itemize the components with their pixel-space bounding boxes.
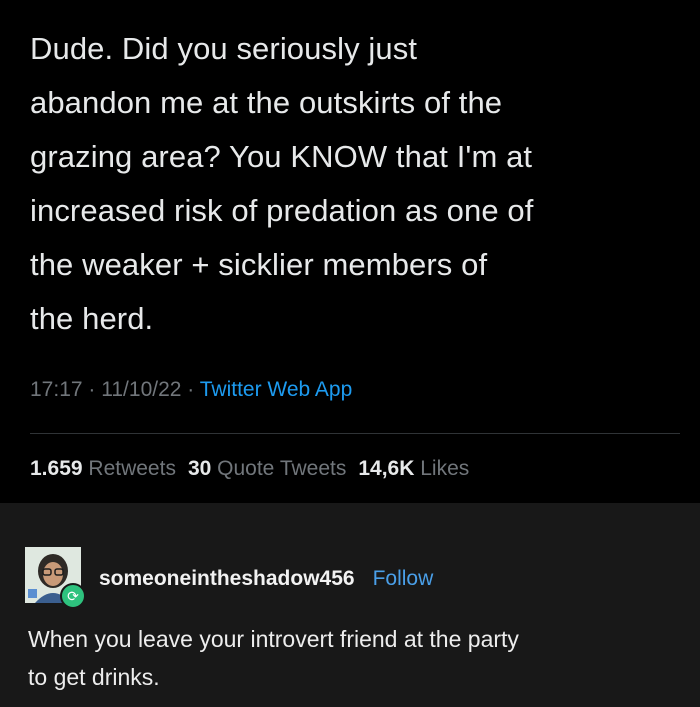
divider [30,433,680,434]
tweet-text-line: the herd. [30,301,154,336]
tweet-text-line: grazing area? You KNOW that I'm at [30,139,533,174]
tweet-source-link[interactable]: Twitter Web App [200,378,353,401]
meta-separator: · [88,378,96,401]
tweet-card: Dude. Did you seriously just abandon me … [0,0,700,503]
retweets-stat[interactable]: 1.659 Retweets [30,457,176,480]
reblog-icon: ⟳ [60,583,86,609]
tweet-stats: 1.659 Retweets 30 Quote Tweets 14,6K Likes [30,457,469,481]
tumblr-post: ⟳ someoneintheshadow456 Follow When you l… [0,503,700,707]
tweet-text-line: the weaker + sicklier members of [30,247,488,282]
likes-stat[interactable]: 14,6K Likes [358,457,469,480]
follow-button[interactable]: Follow [373,567,434,590]
tweet-meta: 17:17 · 11/10/22 · Twitter Web App [30,378,352,402]
likes-count: 14,6K [358,457,415,480]
post-text-line: to get drinks. [28,664,160,690]
likes-label: Likes [420,457,470,480]
tweet-text-line: Dude. Did you seriously just [30,31,418,66]
username-link[interactable]: someoneintheshadow456 [99,567,355,590]
tweet-time[interactable]: 17:17 [30,378,83,401]
tweet-text-line: increased risk of predation as one of [30,193,534,228]
quote-tweets-label: Quote Tweets [217,457,347,480]
tweet-text-line: abandon me at the outskirts of the [30,85,503,120]
quote-tweets-stat[interactable]: 30 Quote Tweets [188,457,346,480]
tweet-text: Dude. Did you seriously just abandon me … [30,22,680,346]
username-row: someoneintheshadow456 Follow [99,567,433,591]
post-text-line: When you leave your introvert friend at … [28,626,519,652]
retweets-label: Retweets [88,457,176,480]
tweet-date[interactable]: 11/10/22 [101,378,181,401]
post-text: When you leave your introvert friend at … [28,620,678,696]
retweets-count: 1.659 [30,457,83,480]
quote-tweets-count: 30 [187,457,212,480]
meta-separator: · [187,378,195,401]
